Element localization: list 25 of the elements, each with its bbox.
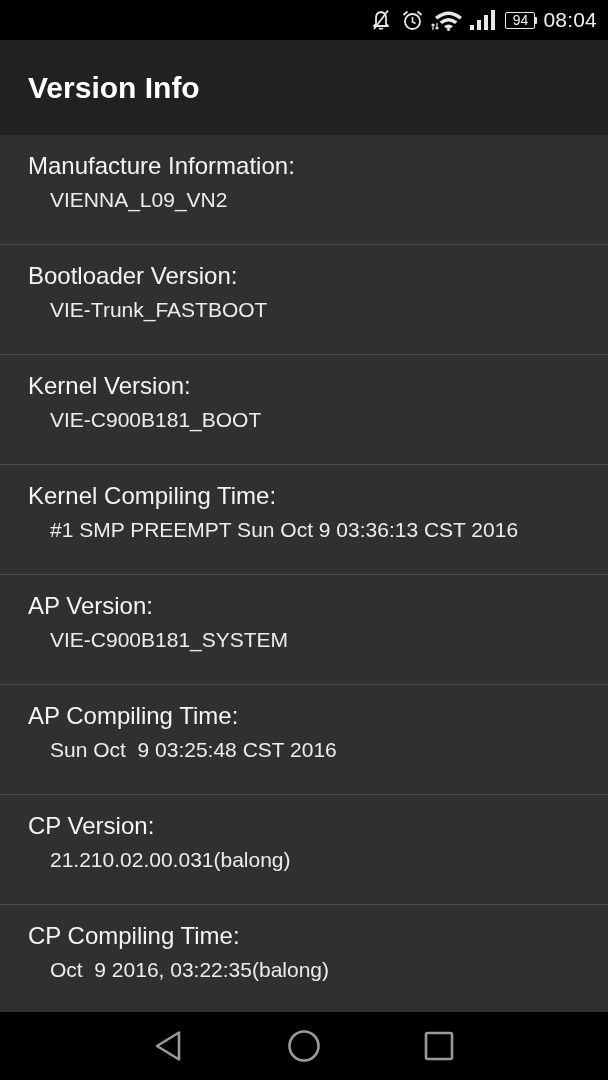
info-label: Kernel Compiling Time: <box>28 481 277 511</box>
signal-bars-icon <box>470 9 496 31</box>
muted-bell-icon <box>371 9 392 31</box>
info-value: VIE-C900B181_SYSTEM <box>50 627 289 654</box>
wifi-icon <box>431 9 463 31</box>
info-label: CP Version: <box>28 811 155 841</box>
info-label: AP Version: <box>28 591 153 621</box>
info-value: VIENNA_L09_VN2 <box>50 187 228 214</box>
info-label: CP Compiling Time: <box>28 921 240 951</box>
info-value: 21.210.02.00.031(balong) <box>50 847 291 873</box>
info-label: Manufacture Information: <box>28 151 295 181</box>
alarm-clock-icon <box>402 9 424 31</box>
info-value: Sun Oct 9 03:25:48 CST 2016 <box>50 737 337 763</box>
info-label: AP Compiling Time: <box>28 701 239 731</box>
info-value: #1 SMP PREEMPT Sun Oct 9 03:36:13 CST 2016 <box>50 517 519 543</box>
info-value: Oct 9 2016, 03:22:35(balong) <box>50 957 330 983</box>
info-value: VIE-Trunk_FASTBOOT <box>50 297 268 324</box>
info-label: Bootloader Version: <box>28 261 238 291</box>
info-label: Kernel Version: <box>28 371 191 401</box>
home-circle-icon[interactable] <box>288 1030 320 1062</box>
info-value: VIE-C900B181_BOOT <box>50 407 262 434</box>
status-time: 08:04 <box>543 8 597 32</box>
screen-title: Version Info <box>28 69 200 106</box>
battery-indicator: 94 <box>505 11 538 29</box>
recents-square-icon[interactable] <box>423 1030 455 1062</box>
